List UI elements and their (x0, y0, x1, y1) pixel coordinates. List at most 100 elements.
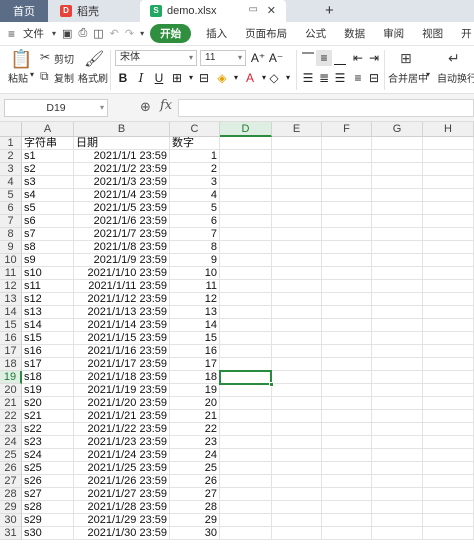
table-cell[interactable]: 2021/1/20 23:59 (74, 397, 170, 410)
empty-cell[interactable] (372, 410, 423, 423)
empty-cell[interactable] (272, 410, 322, 423)
empty-cell[interactable] (423, 228, 474, 241)
empty-cell[interactable] (272, 293, 322, 306)
table-cell[interactable]: 13 (170, 306, 220, 319)
empty-cell[interactable] (423, 137, 474, 150)
table-cell[interactable]: s18 (22, 371, 74, 384)
table-cell[interactable]: s19 (22, 384, 74, 397)
empty-cell[interactable] (272, 397, 322, 410)
table-cell[interactable]: 30 (170, 527, 220, 540)
table-cell[interactable]: 23 (170, 436, 220, 449)
table-cell[interactable]: 数字 (170, 137, 220, 150)
row-header-27[interactable]: 27 (0, 475, 22, 488)
empty-cell[interactable] (372, 371, 423, 384)
table-cell[interactable]: 2021/1/23 23:59 (74, 436, 170, 449)
empty-cell[interactable] (272, 319, 322, 332)
table-cell[interactable]: 27 (170, 488, 220, 501)
table-cell[interactable]: s1 (22, 150, 74, 163)
align-top-icon[interactable]: ⎺ (300, 50, 316, 66)
font-name-select[interactable]: 宋体 ▾ (115, 50, 197, 66)
table-cell[interactable]: 4 (170, 189, 220, 202)
empty-cell[interactable] (322, 267, 372, 280)
align-right-icon[interactable]: ☰ (332, 70, 348, 86)
empty-cell[interactable] (372, 397, 423, 410)
table-cell[interactable]: s6 (22, 215, 74, 228)
row-header-5[interactable]: 5 (0, 189, 22, 202)
empty-cell[interactable] (423, 527, 474, 540)
paste-icon[interactable]: 📋 (10, 49, 32, 70)
empty-cell[interactable] (322, 514, 372, 527)
empty-cell[interactable] (322, 449, 372, 462)
table-cell[interactable]: s26 (22, 475, 74, 488)
empty-cell[interactable] (272, 449, 322, 462)
tab-docer[interactable]: D 稻壳 (52, 0, 138, 22)
empty-cell[interactable] (372, 163, 423, 176)
chevron-down-icon[interactable]: ▾ (52, 29, 56, 38)
empty-cell[interactable] (322, 371, 372, 384)
empty-cell[interactable] (272, 332, 322, 345)
row-header-23[interactable]: 23 (0, 423, 22, 436)
format-painter-button[interactable]: 格式刷 (78, 70, 108, 85)
empty-cell[interactable] (272, 423, 322, 436)
table-cell[interactable]: 2021/1/3 23:59 (74, 176, 170, 189)
empty-cell[interactable] (322, 306, 372, 319)
column-header-e[interactable]: E (272, 122, 322, 137)
empty-cell[interactable] (272, 254, 322, 267)
table-cell[interactable]: 2021/1/27 23:59 (74, 488, 170, 501)
empty-cell[interactable] (423, 449, 474, 462)
row-header-30[interactable]: 30 (0, 514, 22, 527)
empty-cell[interactable] (372, 514, 423, 527)
row-header-25[interactable]: 25 (0, 449, 22, 462)
empty-cell[interactable] (272, 475, 322, 488)
empty-cell[interactable] (423, 267, 474, 280)
empty-cell[interactable] (322, 475, 372, 488)
fx-icon[interactable]: fx (160, 98, 172, 113)
cut-button[interactable]: 剪切 (54, 51, 74, 66)
empty-cell[interactable] (220, 436, 272, 449)
menu-home[interactable]: 开始 (150, 24, 192, 43)
merge-cells-icon[interactable]: ⊟ (196, 70, 212, 86)
empty-cell[interactable] (372, 215, 423, 228)
empty-cell[interactable] (220, 254, 272, 267)
empty-cell[interactable] (272, 267, 322, 280)
table-cell[interactable]: 18 (170, 371, 220, 384)
name-box[interactable]: D19 ▾ (4, 99, 108, 117)
indent-left-icon[interactable]: ⇤ (350, 50, 366, 66)
empty-cell[interactable] (372, 228, 423, 241)
table-cell[interactable]: s25 (22, 462, 74, 475)
table-cell[interactable]: 2021/1/9 23:59 (74, 254, 170, 267)
table-cell[interactable]: 29 (170, 514, 220, 527)
empty-cell[interactable] (372, 150, 423, 163)
empty-cell[interactable] (322, 293, 372, 306)
auto-wrap-button[interactable]: 自动换行 (437, 70, 474, 85)
table-cell[interactable]: 9 (170, 254, 220, 267)
empty-cell[interactable] (272, 215, 322, 228)
empty-cell[interactable] (372, 462, 423, 475)
merge-chevron-icon[interactable]: ▾ (426, 70, 430, 79)
table-cell[interactable]: 2021/1/12 23:59 (74, 293, 170, 306)
menu-view[interactable]: 视图 (413, 26, 452, 41)
table-cell[interactable]: 2021/1/17 23:59 (74, 358, 170, 371)
column-header-h[interactable]: H (423, 122, 474, 137)
empty-cell[interactable] (322, 163, 372, 176)
table-cell[interactable]: 字符串 (22, 137, 74, 150)
empty-cell[interactable] (423, 306, 474, 319)
empty-cell[interactable] (272, 202, 322, 215)
tab-close-icon[interactable]: ✕ (267, 4, 276, 17)
empty-cell[interactable] (220, 306, 272, 319)
empty-cell[interactable] (272, 488, 322, 501)
table-cell[interactable]: 2021/1/30 23:59 (74, 527, 170, 540)
more-chevron-icon[interactable]: ▾ (140, 29, 144, 38)
empty-cell[interactable] (272, 358, 322, 371)
table-cell[interactable]: s27 (22, 488, 74, 501)
empty-cell[interactable] (220, 280, 272, 293)
empty-cell[interactable] (372, 280, 423, 293)
empty-cell[interactable] (423, 319, 474, 332)
empty-cell[interactable] (423, 345, 474, 358)
empty-cell[interactable] (372, 241, 423, 254)
table-cell[interactable]: 2021/1/6 23:59 (74, 215, 170, 228)
table-cell[interactable]: 12 (170, 293, 220, 306)
row-header-29[interactable]: 29 (0, 501, 22, 514)
empty-cell[interactable] (220, 527, 272, 540)
italic-icon[interactable]: I (133, 70, 149, 86)
